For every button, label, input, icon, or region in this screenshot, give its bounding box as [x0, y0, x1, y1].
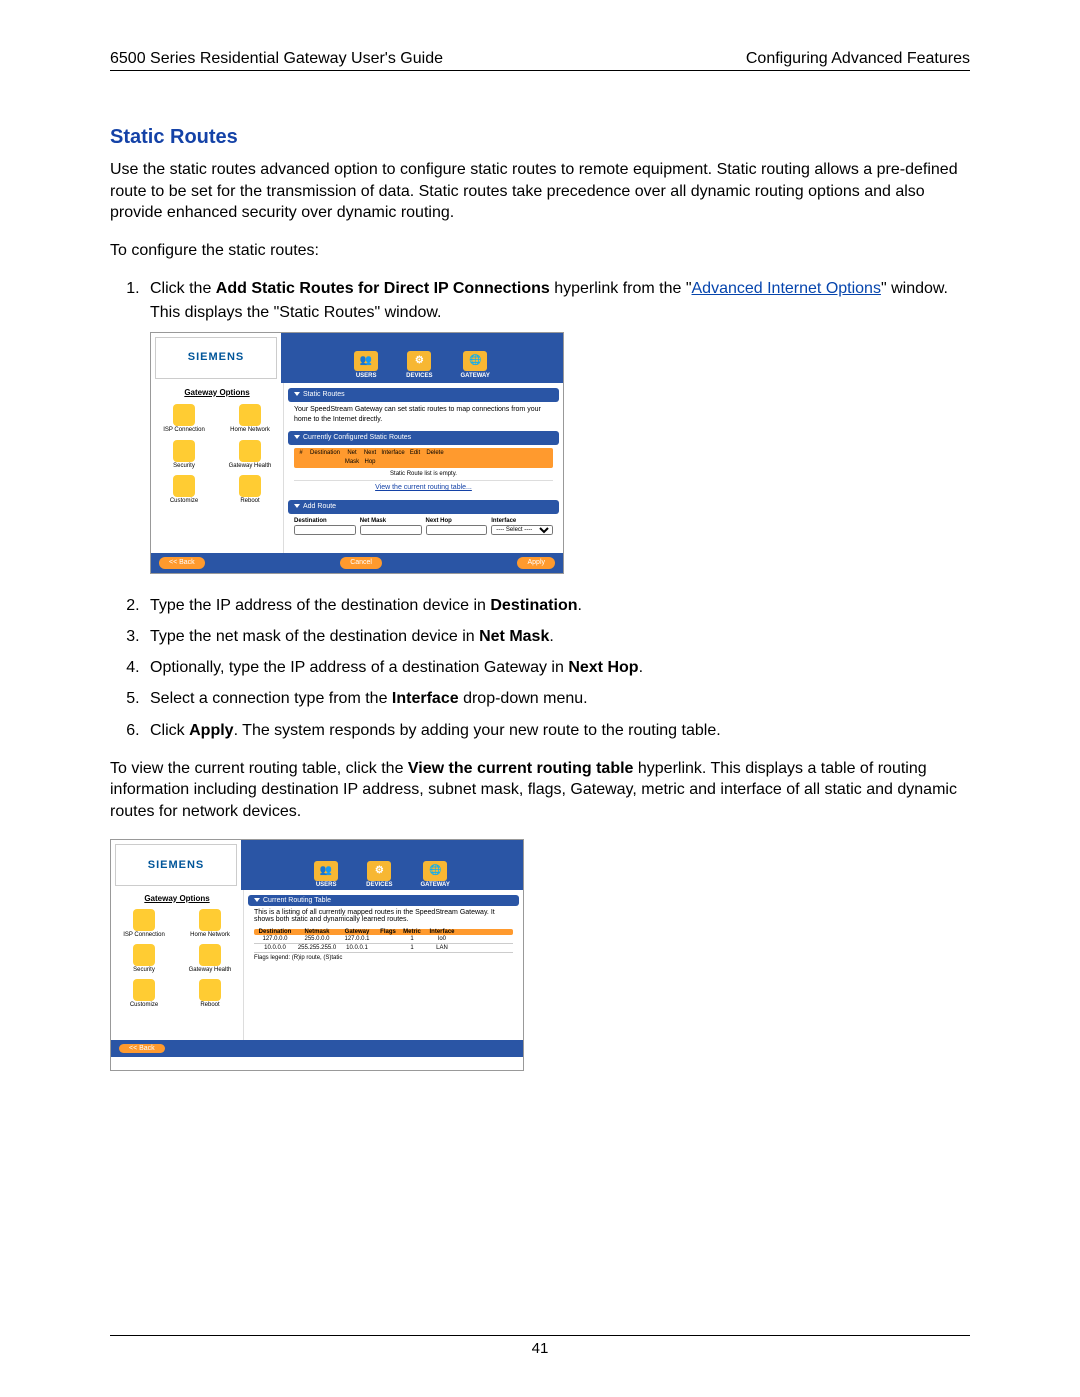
document-page: 6500 Series Residential Gateway User's G… — [0, 0, 1080, 1397]
page-footer: 41 — [110, 1335, 970, 1357]
cancel-button[interactable]: Cancel — [340, 557, 382, 569]
isp-icon — [173, 404, 195, 426]
view-routing-table-link[interactable]: View the current routing table... — [294, 483, 553, 493]
sidebar-item-security[interactable]: Security — [113, 944, 175, 973]
netmask-input[interactable] — [360, 525, 422, 535]
step-3: Type the net mask of the destination dev… — [144, 625, 970, 648]
label-interface: Interface — [491, 517, 553, 526]
customize-icon — [133, 979, 155, 1001]
sidebar-title: Gateway Options — [113, 894, 241, 903]
gateway-icon: 🌐 — [423, 861, 447, 881]
home-icon — [239, 404, 261, 426]
sidebar: Gateway Options ISP Connection Home Netw… — [111, 890, 244, 1040]
isp-icon — [133, 909, 155, 931]
back-button[interactable]: << Back — [159, 557, 205, 569]
routes-table-header: # Destination Net Mask Next Hop Interfac… — [294, 448, 553, 467]
header-left: 6500 Series Residential Gateway User's G… — [110, 50, 443, 68]
table-row: 127.0.0.0 255.0.0.0 127.0.0.1 1 lo0 — [254, 935, 513, 944]
sidebar-item-isp[interactable]: ISP Connection — [153, 404, 215, 433]
content-area: Current Routing Table This is a listing … — [244, 890, 523, 1040]
back-button[interactable]: << Back — [119, 1044, 165, 1053]
security-icon — [133, 944, 155, 966]
nav-devices[interactable]: ⚙DEVICES — [406, 351, 432, 381]
sidebar-item-reboot[interactable]: Reboot — [179, 979, 241, 1008]
apply-button[interactable]: Apply — [517, 557, 555, 569]
users-icon: 👥 — [314, 861, 338, 881]
health-icon — [199, 944, 221, 966]
gateway-icon: 🌐 — [463, 351, 487, 371]
nav-gateway[interactable]: 🌐GATEWAY — [421, 861, 450, 888]
sidebar-item-health[interactable]: Gateway Health — [179, 944, 241, 973]
panel-configured-routes: Currently Configured Static Routes — [288, 431, 559, 445]
routes-empty-row: Static Route list is empty. — [294, 468, 553, 482]
panel2-body: # Destination Net Mask Next Hop Interfac… — [288, 445, 559, 496]
step-1: Click the Add Static Routes for Direct I… — [144, 277, 970, 574]
interface-select[interactable]: ---- Select ---- — [491, 525, 553, 535]
sidebar-item-security[interactable]: Security — [153, 440, 215, 469]
add-route-labels: Destination Net Mask Next Hop Interface — [294, 517, 553, 526]
users-icon: 👥 — [354, 351, 378, 371]
to-configure-text: To configure the static routes: — [110, 240, 970, 262]
devices-icon: ⚙ — [367, 861, 391, 881]
sidebar-item-health[interactable]: Gateway Health — [219, 440, 281, 469]
sidebar-item-reboot[interactable]: Reboot — [219, 475, 281, 504]
security-icon — [173, 440, 195, 462]
sidebar-item-home[interactable]: Home Network — [179, 909, 241, 938]
view-table-paragraph: To view the current routing table, click… — [110, 758, 970, 823]
intro-paragraph: Use the static routes advanced option to… — [110, 159, 970, 224]
table-row: 10.0.0.0 255.255.255.0 10.0.0.1 1 LAN — [254, 944, 513, 953]
header-rule — [110, 70, 970, 71]
sidebar-title: Gateway Options — [153, 387, 281, 399]
top-nav: 👥USERS ⚙DEVICES 🌐GATEWAY — [281, 333, 563, 383]
panel-static-routes: Static Routes — [288, 388, 559, 402]
steps-list: Click the Add Static Routes for Direct I… — [110, 277, 970, 741]
label-netmask: Net Mask — [360, 517, 422, 526]
devices-icon: ⚙ — [407, 351, 431, 371]
step-4: Optionally, type the IP address of a des… — [144, 656, 970, 679]
customize-icon — [173, 475, 195, 497]
sidebar: Gateway Options ISP Connection Home Netw… — [151, 383, 284, 553]
step-5: Select a connection type from the Interf… — [144, 687, 970, 710]
screenshot-static-routes: SIEMENS 👥USERS ⚙DEVICES 🌐GATEWAY Gateway… — [150, 332, 564, 574]
home-icon — [199, 909, 221, 931]
sidebar-item-isp[interactable]: ISP Connection — [113, 909, 175, 938]
sidebar-item-home[interactable]: Home Network — [219, 404, 281, 433]
flags-legend: Flags legend: (R)ip route, (S)tatic — [254, 955, 513, 961]
header-right: Configuring Advanced Features — [746, 50, 970, 68]
add-route-inputs: ---- Select ---- — [294, 525, 553, 535]
sidebar-item-customize[interactable]: Customize — [153, 475, 215, 504]
screenshot-routing-table: SIEMENS 👥USERS ⚙DEVICES 🌐GATEWAY Gateway… — [110, 839, 524, 1071]
routing-table: Destination Netmask Gateway Flags Metric… — [248, 926, 519, 964]
logo: SIEMENS — [155, 337, 277, 379]
section-title: Static Routes — [110, 126, 970, 149]
logo: SIEMENS — [115, 844, 237, 886]
destination-input[interactable] — [294, 525, 356, 535]
panel3-body: Destination Net Mask Next Hop Interface … — [288, 514, 559, 539]
content-area: Static Routes Your SpeedStream Gateway c… — [284, 383, 563, 553]
step-6: Click Apply. The system responds by addi… — [144, 719, 970, 742]
page-number: 41 — [532, 1340, 549, 1357]
page-header: 6500 Series Residential Gateway User's G… — [110, 50, 970, 68]
bottom-bar: << Back Cancel Apply — [151, 553, 563, 573]
label-destination: Destination — [294, 517, 356, 526]
nav-users[interactable]: 👥USERS — [314, 861, 338, 888]
nexthop-input[interactable] — [426, 525, 488, 535]
panel-routing-table: Current Routing Table — [248, 895, 519, 906]
reboot-icon — [239, 475, 261, 497]
advanced-internet-options-link[interactable]: Advanced Internet Options — [692, 280, 881, 297]
routing-desc: This is a listing of all currently mappe… — [248, 906, 519, 926]
step-2: Type the IP address of the destination d… — [144, 594, 970, 617]
bottom-bar: << Back — [111, 1040, 523, 1057]
panel1-body: Your SpeedStream Gateway can set static … — [288, 402, 559, 428]
nav-gateway[interactable]: 🌐GATEWAY — [461, 351, 490, 381]
panel-add-route: Add Route — [288, 500, 559, 514]
nav-devices[interactable]: ⚙DEVICES — [366, 861, 392, 888]
health-icon — [239, 440, 261, 462]
reboot-icon — [199, 979, 221, 1001]
top-nav: 👥USERS ⚙DEVICES 🌐GATEWAY — [241, 840, 523, 890]
sidebar-item-customize[interactable]: Customize — [113, 979, 175, 1008]
nav-users[interactable]: 👥USERS — [354, 351, 378, 381]
label-nexthop: Next Hop — [426, 517, 488, 526]
